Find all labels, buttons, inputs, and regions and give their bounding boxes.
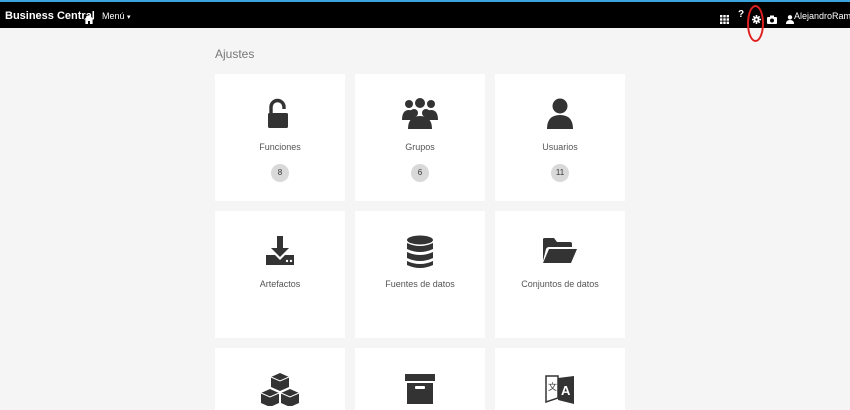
top-navbar: Business Central Menú ▾ ? AlejandroRam: [0, 0, 850, 28]
download-icon: [215, 235, 345, 269]
user-menu[interactable]: AlejandroRamos▾: [794, 10, 850, 24]
menu-dropdown[interactable]: Menú ▾: [102, 10, 131, 24]
card-label: Conjuntos de datos: [521, 279, 599, 289]
annotation-circle: [747, 5, 764, 42]
card-label: Funciones: [259, 142, 301, 152]
cubes-icon: [215, 372, 345, 406]
card-language[interactable]: A 文: [495, 348, 625, 410]
card-label: Fuentes de datos: [385, 279, 455, 289]
card-funciones[interactable]: Funciones 8: [215, 74, 345, 201]
folder-open-icon: [495, 235, 625, 269]
svg-text:文: 文: [548, 381, 557, 393]
count-badge: 11: [551, 164, 569, 182]
card-fuentes-de-datos[interactable]: Fuentes de datos: [355, 211, 485, 338]
svg-text:A: A: [561, 383, 571, 398]
card-label: Usuarios: [542, 142, 578, 152]
card-cubes[interactable]: [215, 348, 345, 410]
user-icon[interactable]: [786, 11, 794, 29]
grid-icon[interactable]: [720, 11, 729, 29]
count-badge: 8: [271, 164, 289, 182]
unlock-icon: [215, 98, 345, 132]
menu-label: Menú: [102, 11, 125, 21]
count-badge: 6: [411, 164, 429, 182]
camera-icon[interactable]: [767, 11, 777, 29]
chevron-down-icon: ▾: [127, 14, 131, 21]
card-label: Artefactos: [259, 279, 301, 289]
database-icon: [355, 235, 485, 269]
card-archive[interactable]: [355, 348, 485, 410]
page-title: Ajustes: [215, 47, 255, 61]
help-icon[interactable]: ?: [738, 9, 744, 20]
card-grupos[interactable]: Grupos 6: [355, 74, 485, 201]
card-artefactos[interactable]: Artefactos: [215, 211, 345, 338]
language-icon: A 文: [495, 372, 625, 406]
card-conjuntos-de-datos[interactable]: Conjuntos de datos: [495, 211, 625, 338]
card-label: Grupos: [405, 142, 435, 152]
brand-title[interactable]: Business Central: [5, 10, 95, 22]
card-usuarios[interactable]: Usuarios 11: [495, 74, 625, 201]
user-name: AlejandroRamos: [794, 11, 850, 21]
home-icon[interactable]: [84, 11, 94, 29]
archive-icon: [355, 372, 485, 406]
users-icon: [355, 98, 485, 132]
user-icon: [495, 98, 625, 132]
